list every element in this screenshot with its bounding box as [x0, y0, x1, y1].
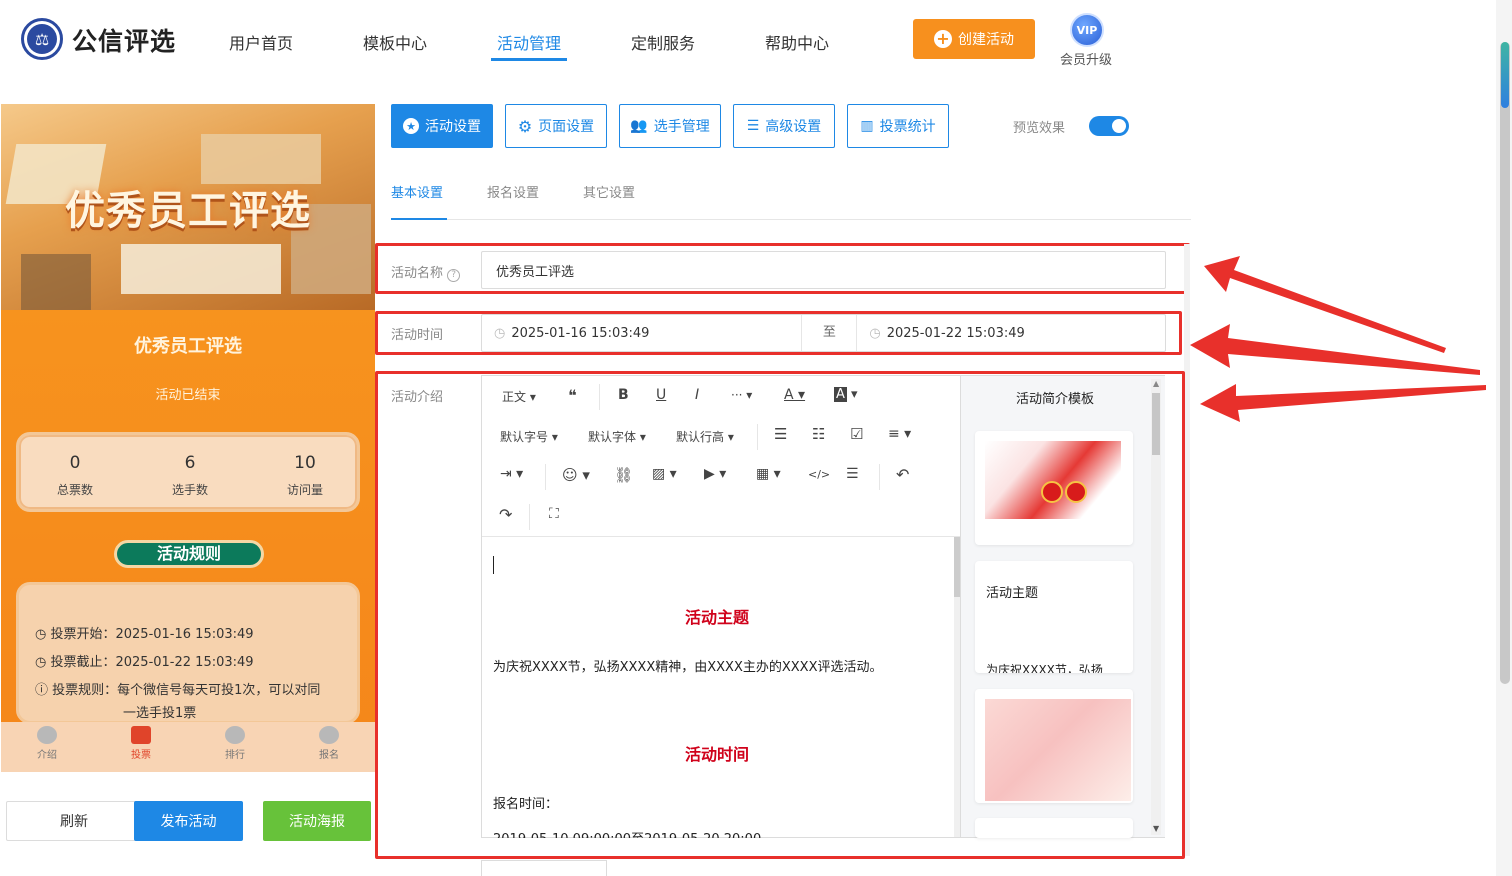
annotation-box-name — [375, 243, 1190, 294]
stat-value: 0 — [69, 453, 81, 473]
annotation-box-time — [375, 311, 1182, 355]
preview-tab-intro[interactable]: 介绍 — [17, 726, 77, 761]
vip-upgrade-link[interactable]: 会员升级 — [1060, 49, 1112, 68]
tab-label: 介绍 — [37, 750, 57, 761]
nav-item-activity-management[interactable]: 活动管理 — [497, 30, 561, 54]
subtab-signup[interactable]: 报名设置 — [487, 182, 539, 201]
preview-toggle[interactable] — [1089, 116, 1129, 136]
tab-label: 投票 — [131, 750, 151, 761]
stat-label: 选手数 — [171, 483, 208, 497]
nav-active-indicator — [491, 58, 567, 61]
publish-button[interactable]: 发布活动 — [134, 801, 243, 841]
rules-box: ◷ 投票开始：2025-01-16 15:03:49 ◷ 投票截止：2025-0… — [16, 582, 360, 724]
gear-icon: ⚙ — [517, 116, 533, 136]
toggle-knob — [1112, 119, 1126, 133]
arrow-to-name — [1204, 256, 1446, 353]
tab-label: 排行 — [225, 750, 245, 761]
tab-activity-settings[interactable]: ★ 活动设置 — [391, 104, 493, 148]
nav-item-custom-service[interactable]: 定制服务 — [631, 30, 695, 54]
stat-label: 访问量 — [286, 483, 323, 497]
tab-label: 高级设置 — [765, 119, 822, 135]
tab-label: 页面设置 — [538, 119, 595, 135]
tab-label: 投票统计 — [879, 119, 936, 135]
users-icon: 👥 — [630, 118, 648, 134]
star-icon: ★ — [403, 118, 419, 134]
create-activity-label: 创建活动 — [958, 32, 1014, 48]
rule-end: ◷ 投票截止：2025-01-22 15:03:49 — [35, 655, 254, 670]
rule-policy: ⓘ 投票规则：每个微信号每天可投1次，可以对同 — [35, 683, 321, 698]
stat-contestants: 6 选手数 — [140, 453, 240, 498]
refresh-button[interactable]: 刷新 — [6, 801, 142, 841]
page-scrollbar-indicator — [1501, 42, 1509, 108]
banner-title: 优秀员工评选 — [65, 188, 311, 234]
subtab-basic[interactable]: 基本设置 — [391, 182, 443, 201]
stat-value: 6 — [184, 453, 196, 473]
subtab-divider — [391, 219, 1191, 220]
signup-icon — [319, 726, 339, 744]
tab-page-settings[interactable]: ⚙ 页面设置 — [505, 104, 607, 148]
tab-label: 活动设置 — [425, 119, 481, 135]
sliders-icon: ☰ — [746, 118, 760, 134]
tab-advanced-settings[interactable]: ☰ 高级设置 — [733, 104, 835, 148]
preview-title: 优秀员工评选 — [134, 336, 242, 357]
preview-tab-vote[interactable]: 投票 — [111, 726, 171, 761]
next-field-partial — [481, 860, 607, 876]
subtab-active-indicator — [391, 218, 447, 220]
tab-contestant-management[interactable]: 👥 选手管理 — [619, 104, 721, 148]
vote-icon — [131, 726, 151, 744]
bar-chart-icon: ▥ — [860, 118, 874, 134]
rule-policy-cont: 一选手投1票 — [123, 706, 197, 721]
stat-label: 总票数 — [56, 483, 93, 497]
plus-icon: + — [934, 30, 952, 48]
nav-item-help[interactable]: 帮助中心 — [765, 30, 829, 54]
rule-text: 投票开始：2025-01-16 15:03:49 — [50, 627, 254, 642]
stats-box: 0 总票数 6 选手数 10 访问量 — [16, 432, 360, 512]
arrow-to-intro — [1200, 384, 1486, 422]
stat-value: 10 — [294, 453, 316, 473]
top-nav: ⚖ 公信评选 用户首页 模板中心 活动管理 定制服务 帮助中心 + 创建活动 V… — [0, 0, 1496, 80]
banner-image: 优秀员工评选 — [1, 104, 375, 310]
stat-total-votes: 0 总票数 — [25, 453, 125, 498]
logo-icon[interactable]: ⚖ — [21, 18, 63, 60]
annotation-arrows — [1190, 256, 1486, 422]
intro-icon — [37, 726, 57, 744]
preview-tabbar: 介绍 投票 排行 报名 — [1, 722, 375, 772]
preview-tab-ranking[interactable]: 排行 — [205, 726, 265, 761]
rule-text: 投票规则：每个微信号每天可投1次，可以对同 — [52, 683, 321, 698]
poster-button[interactable]: 活动海报 — [263, 801, 371, 841]
subtab-other[interactable]: 其它设置 — [583, 182, 635, 201]
annotation-box-intro — [375, 371, 1185, 859]
stat-visits: 10 访问量 — [255, 453, 355, 498]
create-activity-button[interactable]: + 创建活动 — [913, 19, 1035, 59]
rule-text: 投票截止：2025-01-22 15:03:49 — [50, 655, 254, 670]
rules-heading: 活动规则 — [114, 540, 264, 568]
preview-status: 活动已结束 — [155, 388, 221, 403]
page-scrollbar-thumb[interactable] — [1500, 42, 1510, 684]
vip-icon[interactable]: VIP — [1070, 13, 1104, 47]
preview-tab-signup[interactable]: 报名 — [299, 726, 359, 761]
rule-start: ◷ 投票开始：2025-01-16 15:03:49 — [35, 627, 254, 642]
tab-label: 报名 — [319, 750, 339, 761]
ranking-icon — [225, 726, 245, 744]
tab-label: 选手管理 — [653, 119, 710, 135]
nav-item-templates[interactable]: 模板中心 — [363, 30, 427, 54]
tab-vote-statistics[interactable]: ▥ 投票统计 — [847, 104, 949, 148]
nav-item-home[interactable]: 用户首页 — [229, 30, 293, 54]
preview-toggle-label: 预览效果 — [1013, 121, 1066, 136]
brand-name[interactable]: 公信评选 — [72, 22, 176, 58]
